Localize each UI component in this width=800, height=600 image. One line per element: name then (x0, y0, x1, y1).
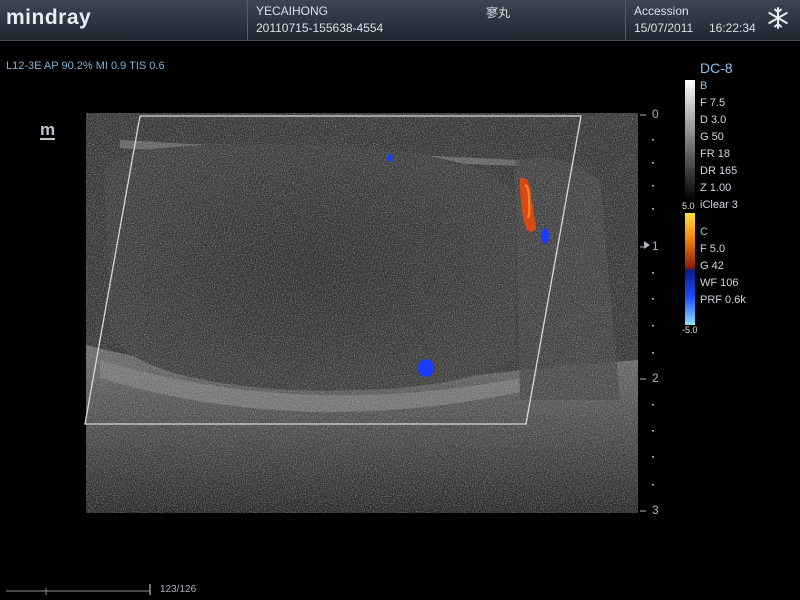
doppler-blue-flow (418, 359, 434, 377)
b-param: D 3.0 (700, 114, 727, 126)
depth-label: 3 (652, 503, 659, 517)
color-scale-min: -5.0 (682, 325, 698, 335)
c-param: F 5.0 (700, 243, 726, 255)
depth-label: 0 (652, 107, 659, 121)
b-param: Z 1.00 (700, 182, 732, 194)
cine-frame-counter: 123/126 (160, 584, 197, 595)
color-scale-bar (685, 213, 695, 325)
depth-scale (640, 114, 646, 512)
focus-marker-icon[interactable] (644, 241, 650, 249)
b-param: iClear 3 (700, 199, 738, 211)
grayscale-bar (685, 80, 695, 200)
b-mode-header: B (700, 80, 708, 92)
c-param: PRF 0.6k (700, 294, 746, 306)
b-param: FR 18 (700, 148, 730, 160)
color-scale-max: 5.0 (682, 201, 695, 211)
b-param: G 50 (700, 131, 724, 143)
depth-label: 1 (652, 239, 659, 253)
doppler-blue-flow (387, 154, 393, 162)
doppler-blue-flow (541, 228, 549, 244)
depth-scale-minor (652, 139, 654, 486)
speckle-noise (86, 113, 638, 513)
b-param: F 7.5 (700, 97, 726, 109)
c-param: G 42 (700, 260, 724, 272)
ultrasound-image[interactable] (0, 0, 800, 600)
depth-label: 2 (652, 371, 659, 385)
c-param: WF 106 (700, 277, 739, 289)
color-mode-header: C (700, 226, 708, 238)
model-title: DC-8 (700, 60, 733, 76)
b-param: DR 165 (700, 165, 738, 177)
